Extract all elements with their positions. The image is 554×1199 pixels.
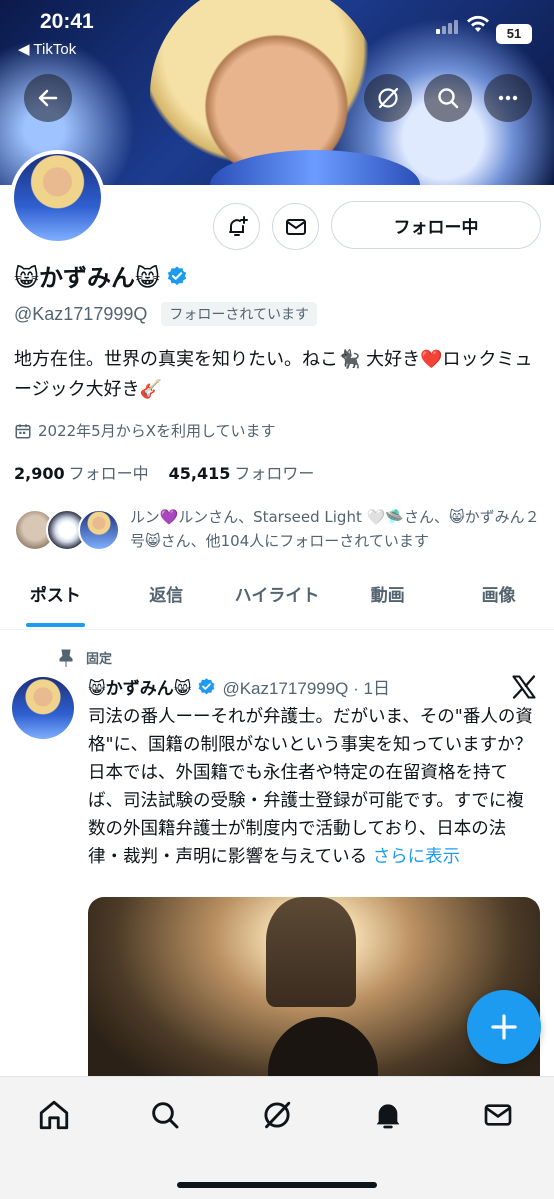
envelope-icon <box>285 218 306 235</box>
following-label: フォロー中 <box>68 464 149 483</box>
handle-row: @Kaz1717999Q フォローされています <box>14 302 317 326</box>
post-author-avatar[interactable] <box>12 677 74 739</box>
following-count: 2,900 <box>14 464 65 483</box>
post-body: 司法の番人ーーそれが弁護士。だがいま、その"番人の資格"に、国籍の制限がないとい… <box>88 703 540 871</box>
followers-label: フォロワー <box>234 464 315 483</box>
plus-icon <box>491 1014 517 1040</box>
followed-by-text: ルン💜ルンさん、Starseed Light 🤍🛸さん、😸かずみん２号😸さん、他… <box>130 508 540 550</box>
nav-messages[interactable] <box>478 1095 518 1135</box>
pin-icon <box>59 649 73 667</box>
show-more-link[interactable]: さらに表示 <box>373 847 461 867</box>
post-text: 司法の番人ーーそれが弁護士。だがいま、その"番人の資格"に、国籍の制限がないとい… <box>88 707 533 867</box>
mutual-avatar <box>78 509 120 551</box>
signal-icon <box>436 20 458 34</box>
post-image[interactable] <box>88 897 540 1097</box>
tab-videos[interactable]: 動画 <box>332 570 443 629</box>
verified-badge-icon[interactable] <box>166 265 188 287</box>
search-icon <box>438 88 459 109</box>
profile-avatar[interactable] <box>10 150 105 245</box>
following-link[interactable]: 2,900 フォロー中 <box>14 460 149 484</box>
image-figure <box>266 897 356 1007</box>
notify-button[interactable] <box>213 203 260 250</box>
profile-name-row: 😸かずみん😸 <box>14 258 188 293</box>
nav-search[interactable] <box>145 1095 185 1135</box>
post-header: 😸かずみん😸 @Kaz1717999Q · 1日 <box>88 674 390 699</box>
status-bar: 20:41 ◀ TikTok 51 <box>0 10 554 58</box>
status-time: 20:41 <box>40 10 94 33</box>
profile-tabs: ポスト 返信 ハイライト 動画 画像 <box>0 570 554 630</box>
more-icon <box>498 95 518 101</box>
joined-date: 2022年5月からXを利用しています <box>14 420 276 441</box>
tab-highlights[interactable]: ハイライト <box>222 570 333 629</box>
post-author-name[interactable]: 😸かずみん😸 <box>88 674 191 699</box>
grok-icon <box>378 87 399 109</box>
more-button[interactable] <box>484 74 532 122</box>
search-button[interactable] <box>424 74 472 122</box>
tab-posts[interactable]: ポスト <box>0 570 111 629</box>
envelope-icon <box>484 1104 512 1126</box>
joined-text: 2022年5月からXを利用しています <box>38 422 276 440</box>
wifi-icon <box>467 15 489 32</box>
nav-home[interactable] <box>34 1095 74 1135</box>
nav-notifications[interactable] <box>368 1095 408 1135</box>
display-name: 😸かずみん😸 <box>14 264 161 292</box>
post-handle-time[interactable]: @Kaz1717999Q · 1日 <box>222 674 390 699</box>
follows-you-badge: フォローされています <box>161 302 317 326</box>
bell-icon <box>376 1104 400 1129</box>
pinned-text: 固定 <box>86 652 113 667</box>
following-button[interactable]: フォロー中 <box>331 201 541 249</box>
followers-you-know[interactable]: ルン💜ルンさん、Starseed Light 🤍🛸さん、😸かずみん２号😸さん、他… <box>14 505 544 555</box>
followers-link[interactable]: 45,415 フォロワー <box>169 460 315 484</box>
search-icon <box>152 1102 179 1129</box>
bottom-navigation <box>0 1076 554 1199</box>
followers-count: 45,415 <box>168 464 231 483</box>
nav-grok[interactable] <box>257 1095 297 1135</box>
battery-indicator: 51 <box>496 24 532 44</box>
profile-handle: @Kaz1717999Q <box>14 303 148 324</box>
arrow-left-icon <box>38 89 58 107</box>
grok-button[interactable] <box>364 74 412 122</box>
message-button[interactable] <box>272 203 319 250</box>
tab-media[interactable]: 画像 <box>443 570 554 629</box>
follow-counts: 2,900 フォロー中 45,415 フォロワー <box>14 460 314 484</box>
home-indicator <box>177 1182 377 1188</box>
profile-bio: 地方在住。世界の真実を知りたい。ねこ🐈‍⬛ 大好き❤️ロックミュージック大好き🎸 <box>14 349 533 400</box>
back-button[interactable] <box>24 74 72 122</box>
pinned-label: 固定 <box>58 648 112 667</box>
bell-plus-icon <box>228 215 248 236</box>
grok-icon <box>264 1101 291 1129</box>
calendar-icon <box>15 423 31 438</box>
compose-button[interactable] <box>467 990 541 1064</box>
verified-badge-icon <box>199 678 215 695</box>
home-icon <box>39 1100 69 1130</box>
back-to-app-link[interactable]: ◀ TikTok <box>18 40 76 58</box>
tab-replies[interactable]: 返信 <box>111 570 222 629</box>
x-logo-icon[interactable] <box>510 673 538 701</box>
